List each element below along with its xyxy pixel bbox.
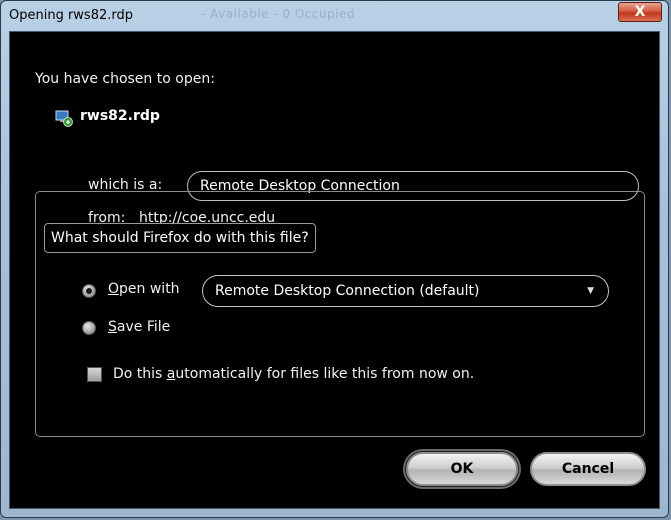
auto-action-label[interactable]: Do this automatically for files like thi… [113, 366, 474, 382]
cancel-button[interactable]: Cancel [530, 452, 646, 486]
radio-selected-dot [86, 288, 92, 294]
dropdown-arrow-icon: ▼ [587, 286, 594, 296]
open-with-app-value: Remote Desktop Connection (default) [215, 283, 480, 299]
auto-action-label-after: utomatically for files like this from no… [175, 366, 475, 382]
auto-action-checkbox[interactable] [87, 367, 102, 382]
intro-text: You have chosen to open: [35, 71, 215, 87]
open-with-label-rest: pen with [119, 281, 180, 297]
open-with-radio[interactable] [82, 284, 96, 298]
open-with-label[interactable]: Open with [108, 281, 180, 297]
close-icon: X [634, 4, 646, 20]
save-file-label-rest: ave File [116, 319, 171, 335]
dialog-window: Opening rws82.rdp - Available - 0 Occupi… [0, 0, 669, 518]
save-file-radio[interactable] [82, 321, 96, 335]
open-with-mnemonic: O [108, 281, 120, 297]
action-group-label: What should Firefox do with this file? [44, 223, 316, 253]
background-window-title: - Available - 0 Occupied [201, 7, 356, 21]
close-button[interactable]: X [618, 2, 662, 22]
auto-action-label-before: Do this [113, 366, 167, 382]
save-file-mnemonic: S [108, 319, 117, 335]
save-file-label[interactable]: Save File [108, 319, 170, 335]
file-name: rws82.rdp [80, 108, 160, 124]
remote-desktop-file-icon [55, 110, 73, 127]
ok-button[interactable]: OK [406, 452, 518, 486]
window-title: Opening rws82.rdp [9, 8, 134, 23]
open-with-app-select[interactable]: Remote Desktop Connection (default) ▼ [202, 275, 609, 307]
title-bar[interactable]: Opening rws82.rdp - Available - 0 Occupi… [1, 1, 668, 31]
